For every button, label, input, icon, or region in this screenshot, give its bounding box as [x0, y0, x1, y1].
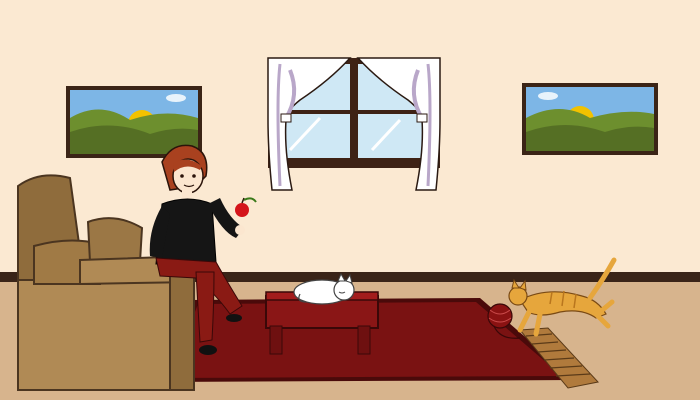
- painting-right: [522, 83, 658, 155]
- living-room-illustration: [0, 0, 700, 400]
- apple: [235, 203, 249, 217]
- living-room-scene: [0, 0, 700, 400]
